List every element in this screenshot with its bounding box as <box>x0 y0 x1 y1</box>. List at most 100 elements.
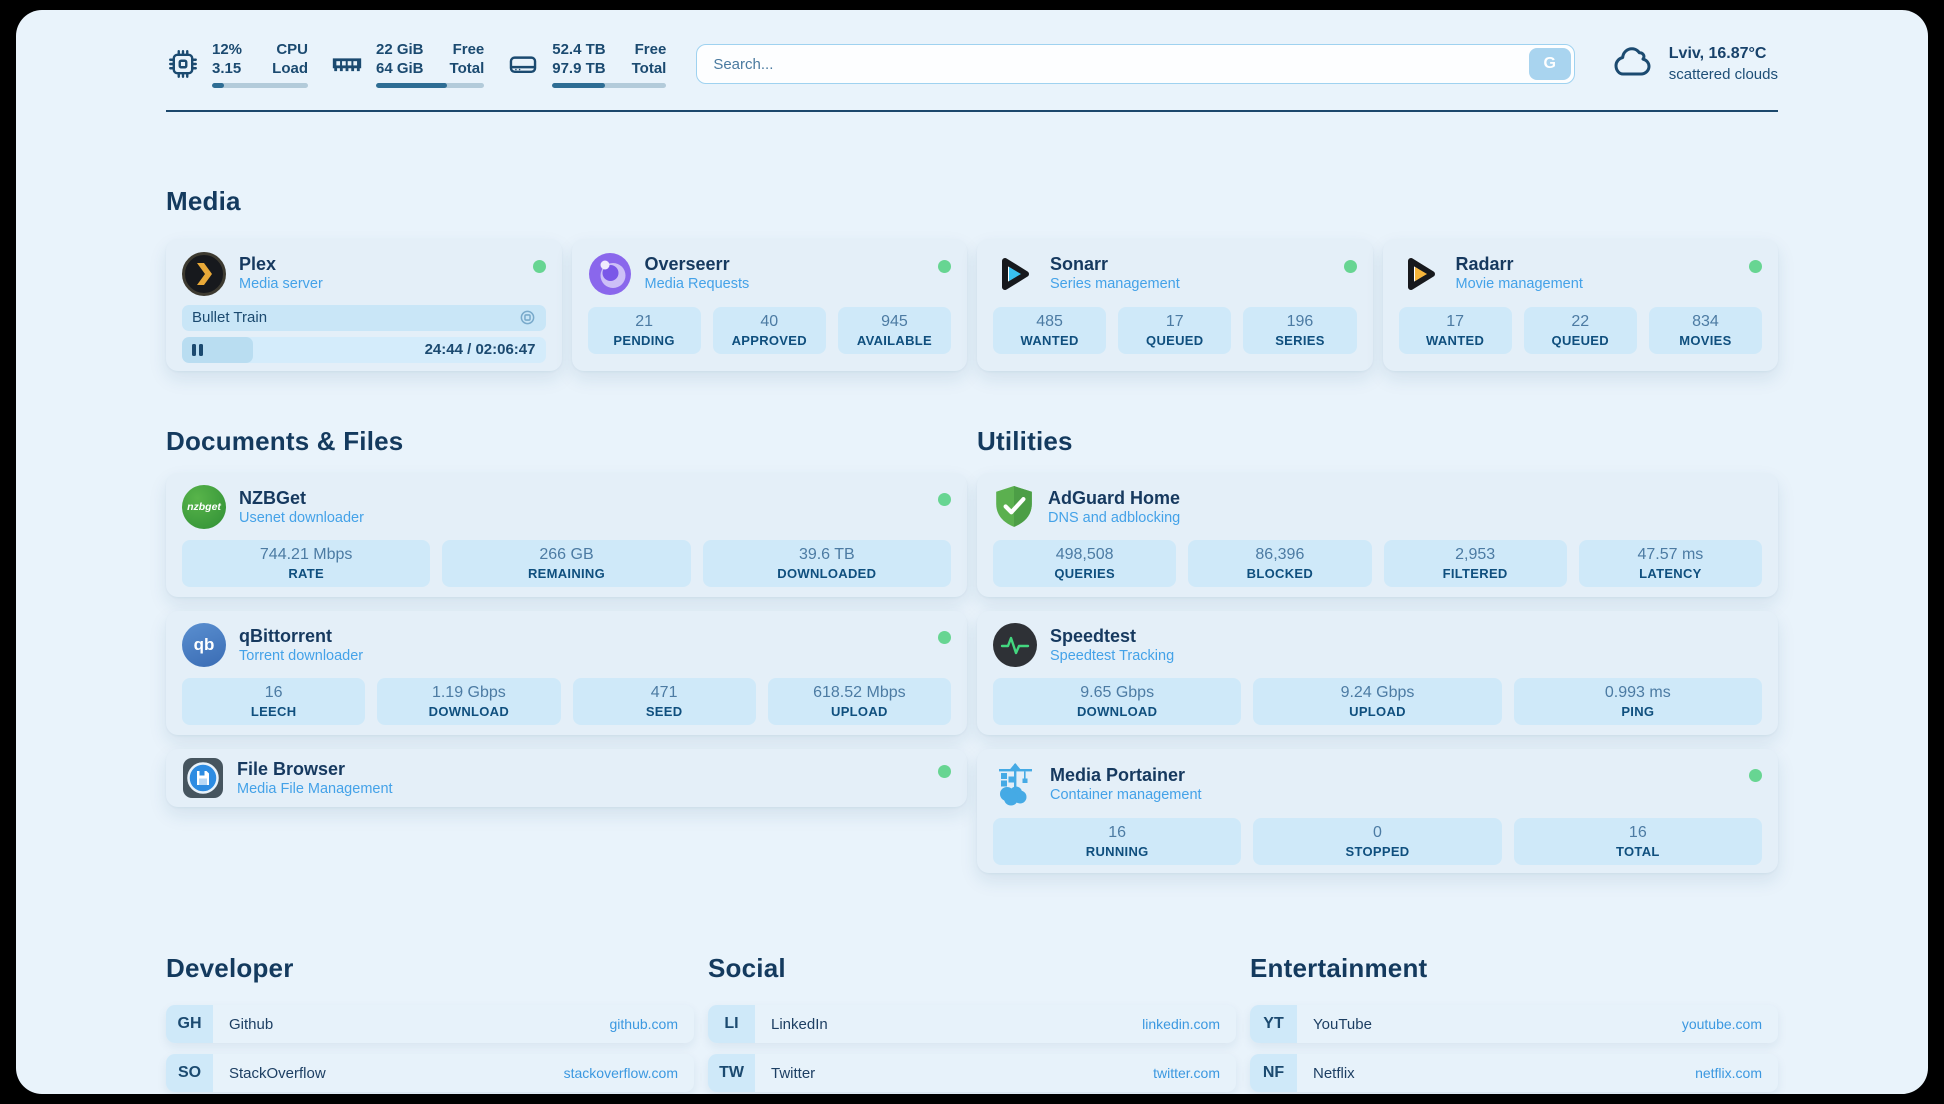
pause-icon <box>192 344 203 356</box>
stat-box: 9.65 GbpsDOWNLOAD <box>993 678 1241 725</box>
cpu-stat: 12%3.15 CPULoad <box>166 40 308 88</box>
adguard-card[interactable]: AdGuard Home DNS and adblocking 498,508Q… <box>977 473 1778 597</box>
bookmark-netflix[interactable]: NF Netflix netflix.com <box>1250 1054 1778 1092</box>
bookmark-linkedin[interactable]: LI LinkedIn linkedin.com <box>708 1005 1236 1043</box>
radarr-card[interactable]: Radarr Movie management 17WANTED 22QUEUE… <box>1383 239 1779 371</box>
cloud-icon <box>1611 43 1657 86</box>
bookmark-url[interactable]: twitter.com <box>1153 1065 1220 1081</box>
stat-label: REMAINING <box>528 566 605 581</box>
stat-value: 86,396 <box>1255 546 1304 564</box>
stat-label: AVAILABLE <box>857 333 932 348</box>
stat-label: WANTED <box>1021 333 1079 348</box>
bookmark-twitter[interactable]: TW Twitter twitter.com <box>708 1054 1236 1092</box>
stat-label: DOWNLOAD <box>429 704 509 719</box>
portainer-card[interactable]: Media Portainer Container management 16R… <box>977 749 1778 873</box>
ram-total-value: 64 GiB <box>376 59 424 78</box>
stat-box: 39.6 TBDOWNLOADED <box>703 540 951 587</box>
documents-section: Documents & Files nzbget NZBGet Usenet d… <box>166 405 967 808</box>
stat-box: 17QUEUED <box>1118 307 1231 354</box>
stat-box: 40APPROVED <box>713 307 826 354</box>
search-engine-button[interactable]: G <box>1529 48 1571 80</box>
adguard-icon <box>993 485 1035 529</box>
stat-box: 0STOPPED <box>1253 818 1501 865</box>
bookmark-youtube[interactable]: YT YouTube youtube.com <box>1250 1005 1778 1043</box>
bookmark-url[interactable]: youtube.com <box>1682 1016 1762 1032</box>
top-bar: 12%3.15 CPULoad 22 GiB64 GiB <box>16 10 1928 88</box>
bookmark-abbr: LI <box>708 1005 755 1043</box>
filebrowser-card[interactable]: File Browser Media File Management <box>166 749 967 807</box>
stat-box: 618.52 MbpsUPLOAD <box>768 678 951 725</box>
stat-box: 47.57 msLATENCY <box>1579 540 1762 587</box>
stat-value: 0 <box>1373 824 1382 842</box>
ram-free-value: 22 GiB <box>376 40 424 59</box>
now-playing-bar: Bullet Train <box>182 305 546 331</box>
card-title: Media Portainer <box>1050 765 1202 785</box>
bookmark-name: Twitter <box>771 1065 815 1082</box>
plex-card[interactable]: Plex Media server Bullet Train 24:44 <box>166 239 562 371</box>
card-subtitle: DNS and adblocking <box>1048 510 1180 527</box>
cpu-usage-value: 12% <box>212 40 242 59</box>
weather-location: Lviv, 16.87°C <box>1669 43 1778 64</box>
bookmark-url[interactable]: netflix.com <box>1695 1065 1762 1081</box>
stat-box: 22QUEUED <box>1524 307 1637 354</box>
stat-value: 21 <box>635 313 653 331</box>
system-stats: 12%3.15 CPULoad 22 GiB64 GiB <box>166 40 666 88</box>
bookmark-url[interactable]: github.com <box>610 1016 678 1032</box>
ram-stat: 22 GiB64 GiB FreeTotal <box>330 40 484 88</box>
stat-value: 17 <box>1166 313 1184 331</box>
bookmark-name: LinkedIn <box>771 1016 828 1033</box>
stat-label: APPROVED <box>732 333 807 348</box>
utilities-section: Utilities AdGuard <box>977 405 1778 874</box>
status-dot <box>1749 260 1762 273</box>
stat-value: 471 <box>651 684 678 702</box>
portainer-icon <box>993 761 1037 807</box>
nzbget-logo-text: nzbget <box>187 501 221 513</box>
weather-widget[interactable]: Lviv, 16.87°C scattered clouds <box>1611 43 1778 86</box>
card-title: Sonarr <box>1050 254 1180 274</box>
playback-progress-bar[interactable]: 24:44 / 02:06:47 <box>182 337 546 363</box>
stat-value: 2,953 <box>1455 546 1495 564</box>
stat-box: 498,508QUERIES <box>993 540 1176 587</box>
status-dot <box>1344 260 1357 273</box>
ram-total-label: Total <box>450 59 485 78</box>
stat-label: LATENCY <box>1639 566 1702 581</box>
bookmark-url[interactable]: stackoverflow.com <box>564 1065 678 1081</box>
bookmark-abbr: GH <box>166 1005 213 1043</box>
overseerr-card[interactable]: Overseerr Media Requests 21PENDING 40APP… <box>572 239 968 371</box>
bookmark-github[interactable]: GH Github github.com <box>166 1005 694 1043</box>
nzbget-icon: nzbget <box>182 485 226 529</box>
card-subtitle: Container management <box>1050 787 1202 804</box>
section-title-utilities: Utilities <box>977 426 1778 457</box>
card-subtitle: Usenet downloader <box>239 510 364 527</box>
section-title-entertainment: Entertainment <box>1250 953 1778 984</box>
speedtest-card[interactable]: Speedtest Speedtest Tracking 9.65 GbpsDO… <box>977 611 1778 735</box>
stat-value: 834 <box>1692 313 1719 331</box>
header-divider <box>166 110 1778 112</box>
search-input[interactable] <box>696 44 1574 84</box>
stat-label: DOWNLOAD <box>1077 704 1157 719</box>
card-subtitle: Speedtest Tracking <box>1050 648 1174 665</box>
disk-total-label: Total <box>632 59 667 78</box>
status-dot <box>1749 769 1762 782</box>
bookmark-group-entertainment: Entertainment YT YouTube youtube.com NF … <box>1250 931 1778 1094</box>
stat-label: FILTERED <box>1443 566 1508 581</box>
cpu-icon <box>166 47 200 81</box>
bookmark-url[interactable]: linkedin.com <box>1142 1016 1220 1032</box>
disk-icon <box>506 47 540 81</box>
sonarr-card[interactable]: Sonarr Series management 485WANTED 17QUE… <box>977 239 1373 371</box>
nzbget-card[interactable]: nzbget NZBGet Usenet downloader 744.21 M… <box>166 473 967 597</box>
stat-box: 1.19 GbpsDOWNLOAD <box>377 678 560 725</box>
status-dot <box>533 260 546 273</box>
status-dot <box>938 765 951 778</box>
stat-box: 834MOVIES <box>1649 307 1762 354</box>
stat-label: PENDING <box>613 333 674 348</box>
bookmark-group-social: Social LI LinkedIn linkedin.com TW Twitt… <box>708 931 1236 1094</box>
stat-value: 22 <box>1571 313 1589 331</box>
qbittorrent-card[interactable]: qb qBittorrent Torrent downloader 16LEEC… <box>166 611 967 735</box>
bookmark-abbr: NF <box>1250 1054 1297 1092</box>
card-subtitle: Torrent downloader <box>239 648 363 665</box>
sonarr-icon <box>993 252 1037 296</box>
session-settings-icon[interactable] <box>519 309 536 326</box>
card-title: Speedtest <box>1050 626 1174 646</box>
bookmark-stackoverflow[interactable]: SO StackOverflow stackoverflow.com <box>166 1054 694 1092</box>
